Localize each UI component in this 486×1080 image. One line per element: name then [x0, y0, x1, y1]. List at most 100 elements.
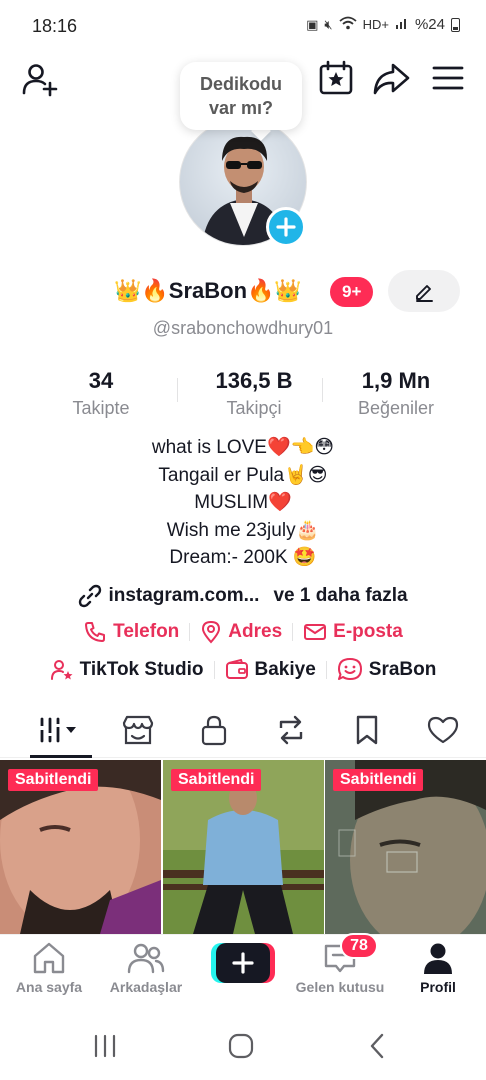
pinned-badge: Sabitlendi	[333, 769, 424, 791]
divider	[189, 623, 191, 641]
address-label: Adres	[228, 621, 283, 642]
followers-stat[interactable]: 136,5 B Takipçi	[174, 366, 334, 420]
balance-label: Bakiye	[254, 659, 316, 680]
likes-stat[interactable]: 1,9 Mn Beğeniler	[316, 366, 476, 420]
nav-friends[interactable]: Arkadaşlar	[98, 941, 194, 995]
tab-videos[interactable]	[22, 702, 100, 758]
friends-icon	[127, 943, 165, 974]
user-star-icon	[50, 660, 73, 680]
display-name: 👑🔥SraBon🔥👑	[114, 278, 302, 303]
name-row: 👑🔥SraBon🔥👑 9+	[0, 270, 486, 314]
contact-row: Telefon Adres E-posta	[0, 618, 486, 646]
video-thumbnail[interactable]: Sabitlendi	[325, 760, 486, 934]
location-pin-icon	[202, 620, 221, 644]
account-label: SraBon	[368, 659, 437, 680]
tiktok-studio-button[interactable]: TikTok Studio	[50, 658, 204, 682]
bio-line: MUSLIM❤️	[194, 492, 292, 513]
video-thumbnail[interactable]: Sabitlendi	[0, 760, 161, 934]
username: @srabonchowdhury01	[152, 318, 334, 338]
phone-button[interactable]: Telefon	[83, 620, 179, 644]
phone-label: Telefon	[113, 621, 180, 642]
video-thumbnail[interactable]: Sabitlendi	[163, 760, 324, 934]
address-button[interactable]: Adres	[200, 620, 282, 644]
lock-icon	[201, 715, 227, 746]
share-profile-button[interactable]	[370, 58, 412, 100]
nav-profile[interactable]: Profil	[390, 941, 486, 995]
bio-line: Wish me 23july🎂	[166, 519, 320, 541]
wallet-icon	[225, 659, 248, 679]
following-stat[interactable]: 34 Takipte	[21, 366, 181, 420]
bubble-line-2: var mı?	[208, 98, 274, 118]
system-nav-bar	[0, 1010, 486, 1080]
link-icon	[79, 584, 102, 608]
plus-icon	[232, 952, 254, 974]
tab-private[interactable]	[175, 702, 253, 758]
link-text[interactable]: instagram.com...	[108, 585, 259, 607]
video-grid-dropdown-icon	[40, 717, 76, 743]
stats-row: 34 Takipte 136,5 B Takipçi 1,9 Mn Beğeni…	[0, 366, 486, 422]
calendar-button[interactable]	[316, 58, 356, 98]
bio-link-row[interactable]: instagram.com... ve 1 daha fazla	[0, 584, 486, 608]
recent-apps-icon	[94, 1034, 116, 1058]
content-tabs	[0, 702, 486, 758]
bio-line: what is LOVE❤️👈😳	[151, 437, 335, 458]
repost-icon	[279, 715, 303, 745]
back-chevron-icon	[370, 1033, 384, 1059]
phone-icon	[85, 622, 106, 642]
tab-reposts[interactable]	[252, 702, 330, 758]
video-grid: Sabitlendi Sabitlendi Sabitlendi	[0, 760, 486, 934]
share-arrow-icon	[373, 63, 410, 95]
add-story-button[interactable]	[266, 207, 306, 247]
nav-home[interactable]: Ana sayfa	[1, 941, 97, 995]
tools-row: TikTok Studio Bakiye SraBon	[0, 656, 486, 684]
bookmark-icon	[356, 715, 378, 745]
plus-icon	[276, 217, 296, 237]
smile-chat-icon	[337, 658, 362, 680]
likes-count: 1,9 Mn	[361, 368, 431, 393]
bio-line: Dream:- 200K 🤩	[169, 547, 317, 568]
battery-text: %24	[414, 16, 445, 33]
back-system-button[interactable]	[347, 1030, 407, 1062]
add-friend-button[interactable]	[18, 58, 62, 102]
calendar-star-icon	[319, 60, 353, 95]
tab-shop[interactable]	[99, 702, 177, 758]
bottom-nav: Ana sayfa Arkadaşlar Gelen kutusu 78 Pro…	[0, 933, 486, 1010]
account-button[interactable]: SraBon	[337, 657, 437, 683]
balance-button[interactable]: Bakiye	[225, 659, 316, 681]
nav-friends-label: Arkadaşlar	[109, 979, 183, 995]
email-button[interactable]: E-posta	[303, 621, 403, 643]
studio-label: TikTok Studio	[79, 659, 204, 680]
pinned-badge: Sabitlendi	[8, 769, 99, 791]
divider	[213, 661, 215, 679]
home-rounded-square-icon	[228, 1033, 254, 1059]
home-system-button[interactable]	[211, 1030, 271, 1062]
gossip-bubble[interactable]: Dedikodu var mı?	[180, 62, 302, 130]
tab-favorites[interactable]	[328, 702, 406, 758]
mail-icon	[304, 624, 327, 640]
following-label: Takipte	[72, 398, 130, 418]
followers-label: Takipçi	[226, 398, 282, 418]
menu-button[interactable]	[428, 58, 468, 98]
followers-count: 136,5 B	[215, 368, 293, 393]
recent-apps-button[interactable]	[75, 1030, 135, 1062]
signal-icon	[395, 16, 409, 33]
divider	[325, 661, 327, 679]
add-user-icon	[22, 64, 58, 97]
hamburger-menu-icon	[432, 66, 464, 90]
tab-liked[interactable]	[404, 702, 482, 758]
notification-badge[interactable]: 9+	[330, 277, 374, 307]
bubble-line-1: Dedikodu	[199, 74, 282, 94]
inbox-count-badge: 78	[340, 933, 378, 959]
email-label: E-posta	[333, 621, 403, 642]
edit-profile-button[interactable]	[388, 270, 460, 312]
wifi-icon	[339, 16, 357, 33]
sim-icon: ▣	[306, 16, 319, 32]
status-icons: ▣ 🔇︎ HD+ %24	[306, 16, 460, 33]
profile-icon	[424, 943, 452, 974]
link-more[interactable]: ve 1 daha fazla	[273, 585, 407, 607]
bio: what is LOVE❤️👈😳 Tangail er Pula🤘😎 MUSLI…	[0, 434, 486, 572]
status-time: 18:16	[32, 16, 78, 36]
create-button[interactable]	[211, 943, 275, 983]
pencil-icon	[416, 285, 433, 302]
battery-icon	[451, 17, 460, 32]
